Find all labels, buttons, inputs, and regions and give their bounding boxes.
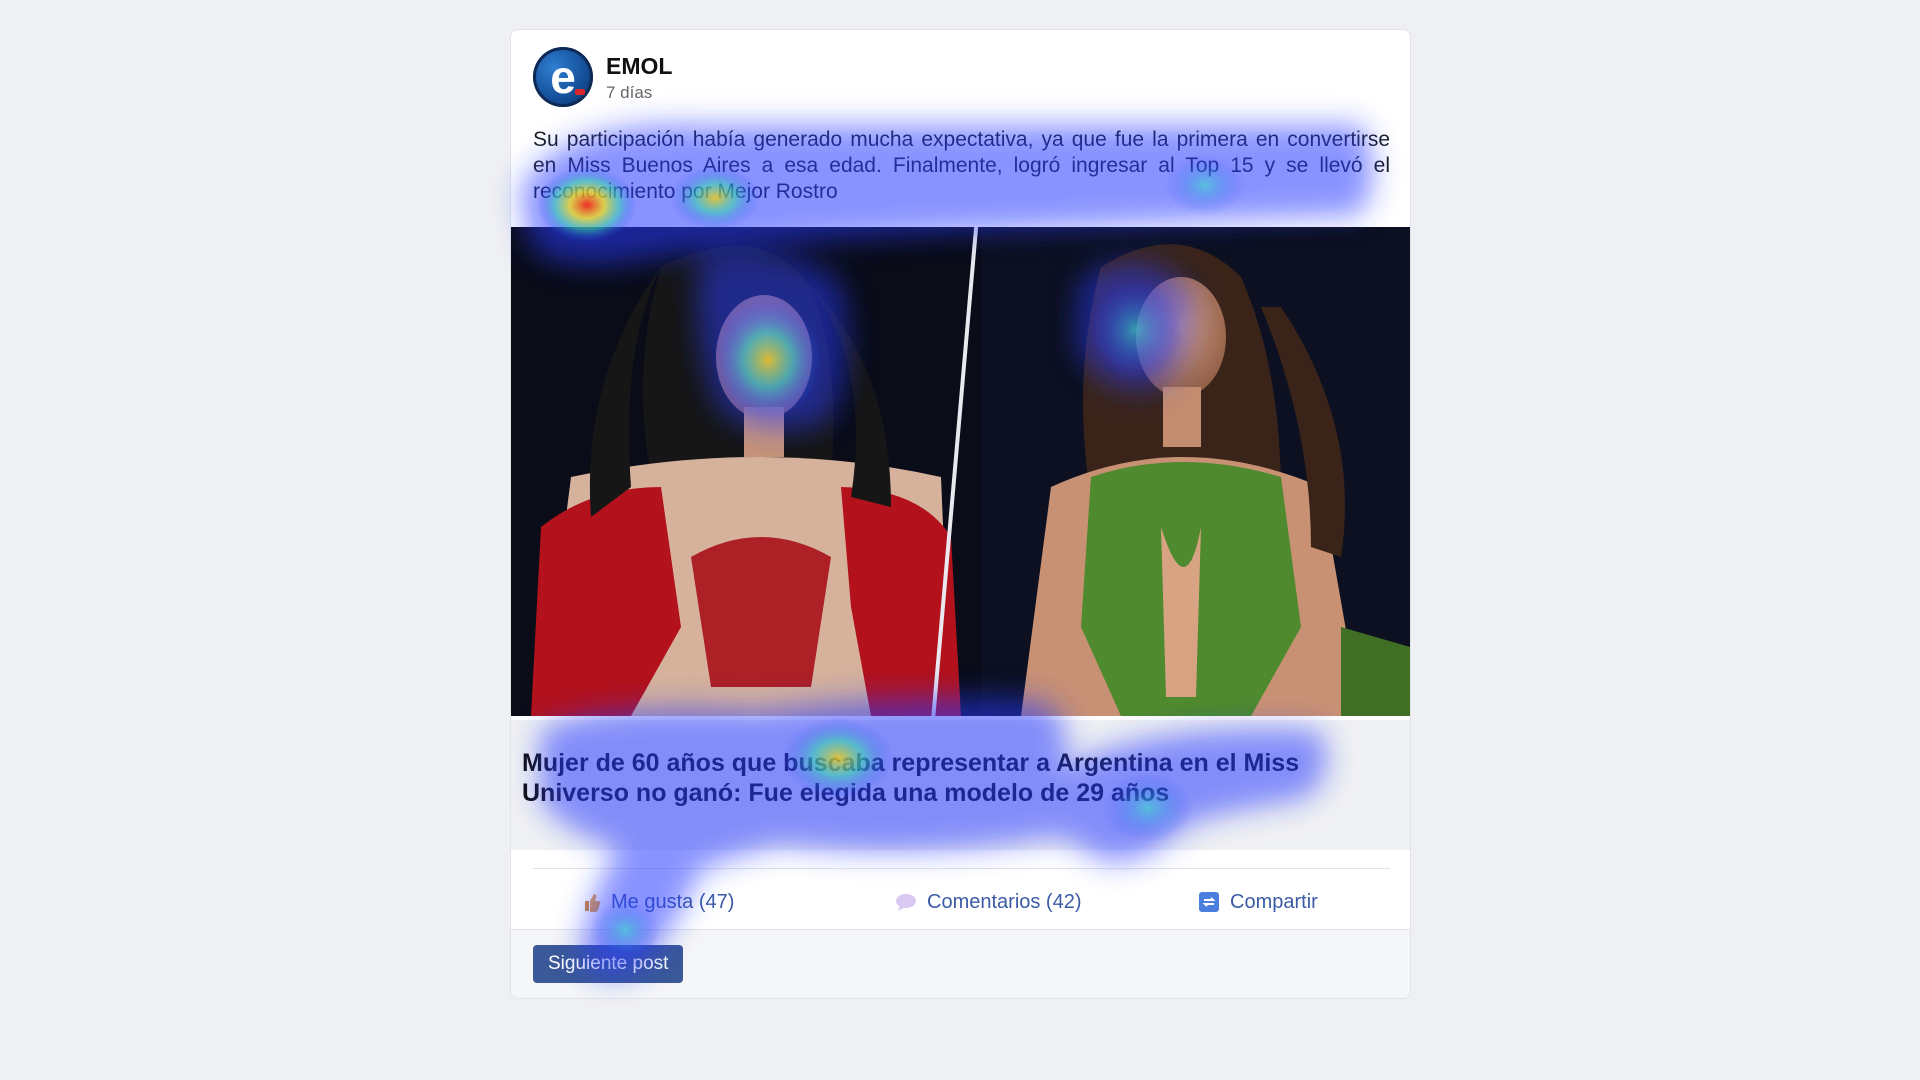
post-header: e EMOL 7 días — [533, 47, 933, 109]
post-time[interactable]: 7 días — [606, 83, 652, 103]
comment-icon — [896, 894, 916, 911]
woman-green-dress-image — [1021, 244, 1410, 716]
link-title[interactable]: Mujer de 60 años que buscaba representar… — [522, 748, 1382, 808]
post-photo[interactable] — [511, 227, 1410, 716]
comment-button[interactable]: Comentarios (42) — [895, 882, 1082, 922]
photo-right-panel — [981, 227, 1410, 716]
page-avatar[interactable]: e — [533, 47, 593, 107]
woman-red-dress-image — [531, 246, 961, 716]
link-preview[interactable]: Mujer de 60 años que buscaba representar… — [511, 720, 1410, 850]
page-name[interactable]: EMOL — [606, 53, 672, 80]
post-footer: Siguiente post — [511, 929, 1410, 998]
emol-logo-icon: e — [550, 51, 576, 103]
comment-label: Comentarios (42) — [927, 890, 1082, 913]
share-button[interactable]: Compartir — [1198, 882, 1318, 922]
like-button[interactable]: Me gusta (47) — [583, 882, 734, 922]
next-post-button[interactable]: Siguiente post — [533, 945, 684, 983]
share-icon — [1199, 892, 1219, 912]
like-label: Me gusta (47) — [611, 890, 735, 913]
share-label: Compartir — [1230, 890, 1318, 913]
actions-separator — [533, 868, 1390, 869]
post-card: e EMOL 7 días Su participación había gen… — [510, 29, 1411, 999]
logo-accent — [575, 89, 585, 95]
like-icon — [585, 894, 601, 912]
photo-left-panel — [511, 227, 981, 716]
post-actions: Me gusta (47) Comentarios (42) Compartir — [533, 882, 1390, 922]
post-text: Su participación había generado mucha ex… — [533, 128, 1390, 203]
